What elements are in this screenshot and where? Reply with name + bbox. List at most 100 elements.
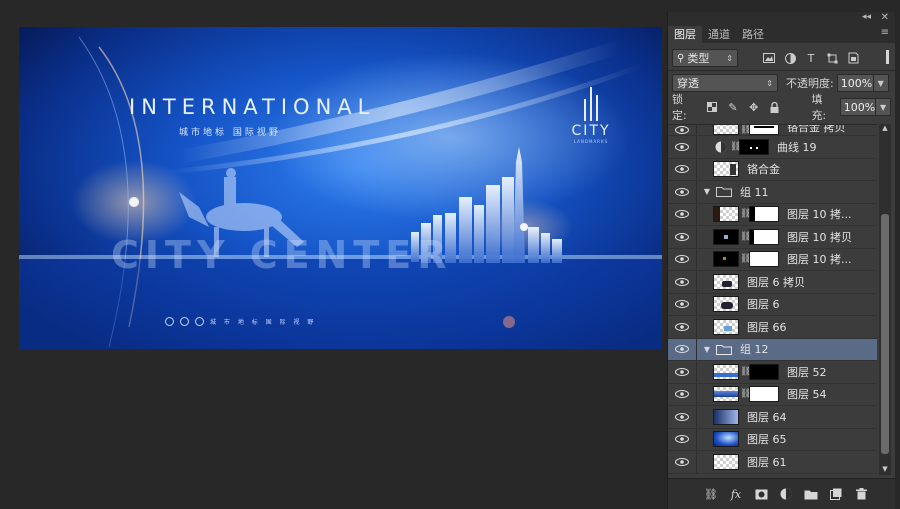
layer-row[interactable]: 图层 6 拷贝 <box>668 271 877 294</box>
filter-pixel-icon[interactable] <box>762 51 776 65</box>
layer-mask-thumbnail[interactable] <box>749 125 779 135</box>
collapse-icon[interactable]: ◂◂ <box>862 12 871 22</box>
filter-smart-object-icon[interactable] <box>846 51 860 65</box>
lock-transparency-icon[interactable] <box>705 100 719 114</box>
link-icon[interactable]: ⛓ <box>740 254 751 264</box>
panel-menu-icon[interactable]: ≡ <box>881 27 889 38</box>
link-icon[interactable]: ⛓ <box>740 209 751 219</box>
eye-icon[interactable] <box>668 406 697 428</box>
filter-type-icon[interactable]: T <box>804 51 818 65</box>
fill-input[interactable]: 100% <box>839 98 877 116</box>
layer-row[interactable]: 图层 65 <box>668 428 877 451</box>
scrollbar-thumb[interactable] <box>881 214 889 454</box>
link-icon[interactable]: ⛓ <box>740 125 751 135</box>
layer-name[interactable]: 图层 54 <box>787 386 827 402</box>
layer-name[interactable]: 图层 52 <box>787 364 827 380</box>
new-adjustment-icon[interactable] <box>775 486 797 502</box>
layer-name[interactable]: 图层 6 拷贝 <box>747 274 805 290</box>
eye-icon[interactable] <box>668 428 697 450</box>
eye-icon[interactable] <box>668 158 697 180</box>
layer-row[interactable]: ⛓ 图层 10 拷... <box>668 248 877 271</box>
eye-icon[interactable] <box>668 451 697 473</box>
document-canvas[interactable]: INTERNATIONAL 城市地标 国际视野 CITY CENTER CITY… <box>19 27 662 349</box>
layer-mask-thumbnail[interactable] <box>749 228 779 245</box>
blend-mode-select[interactable]: 穿透 ⇕ <box>672 74 778 92</box>
opacity-dropdown-icon[interactable]: ▼ <box>873 74 889 92</box>
fx-icon[interactable]: fx <box>725 486 747 502</box>
filter-toggle[interactable] <box>886 50 889 64</box>
eye-icon[interactable] <box>668 226 697 248</box>
eye-icon[interactable] <box>668 248 697 270</box>
layer-name[interactable]: 图层 6 <box>747 296 780 312</box>
fill-dropdown-icon[interactable]: ▼ <box>876 98 892 116</box>
layer-row[interactable]: 铬合金 <box>668 158 877 181</box>
link-icon[interactable]: ⛓ <box>730 142 741 152</box>
layers-scrollbar[interactable]: ▲ ▼ <box>879 124 891 475</box>
layer-row[interactable]: ⛓ 图层 54 <box>668 383 877 406</box>
tab-channels[interactable]: 通道 <box>702 26 736 43</box>
eye-icon[interactable] <box>668 316 697 338</box>
layer-row[interactable]: 图层 6 <box>668 293 877 316</box>
filter-adjustment-icon[interactable] <box>783 51 797 65</box>
lock-all-padlock-icon[interactable] <box>768 100 782 114</box>
layer-name[interactable]: 图层 64 <box>747 409 787 425</box>
add-mask-icon[interactable] <box>750 486 772 502</box>
link-icon[interactable]: ⛓ <box>740 367 751 377</box>
layer-row[interactable]: ⛓ 图层 52 <box>668 361 877 384</box>
layer-name[interactable]: 组 11 <box>740 184 769 200</box>
close-icon[interactable]: ✕ <box>881 12 889 23</box>
eye-icon[interactable] <box>668 338 697 360</box>
lock-position-move-icon[interactable]: ✥ <box>747 100 761 114</box>
eye-icon[interactable] <box>668 136 697 158</box>
new-group-folder-icon[interactable] <box>800 486 822 502</box>
tab-paths[interactable]: 路径 <box>736 26 770 43</box>
link-icon[interactable]: ⛓ <box>740 389 751 399</box>
eye-icon[interactable] <box>668 125 697 135</box>
filter-shape-icon[interactable] <box>825 51 839 65</box>
layer-row[interactable]: ⛓ 铬合金 拷贝 <box>668 125 877 136</box>
layer-name[interactable]: 图层 66 <box>747 319 787 335</box>
link-icon[interactable]: ⛓ <box>740 232 751 242</box>
layer-mask-thumbnail[interactable] <box>749 363 779 380</box>
layer-name[interactable]: 图层 10 拷... <box>787 206 851 222</box>
layer-name[interactable]: 组 12 <box>740 341 769 357</box>
scroll-down-icon[interactable]: ▼ <box>879 465 891 475</box>
layer-row[interactable]: 图层 61 <box>668 451 877 474</box>
layer-row[interactable]: 图层 66 <box>668 316 877 339</box>
eye-icon[interactable] <box>668 293 697 315</box>
trash-icon[interactable] <box>850 486 872 502</box>
eye-icon[interactable] <box>668 361 697 383</box>
eye-icon[interactable] <box>668 383 697 405</box>
eye-icon[interactable] <box>668 271 697 293</box>
expand-triangle-icon[interactable]: ▼ <box>701 187 713 196</box>
opacity-input[interactable]: 100% <box>836 74 874 92</box>
new-layer-icon[interactable] <box>825 486 847 502</box>
layer-name[interactable]: 铬合金 拷贝 <box>787 125 846 135</box>
layer-group-row[interactable]: ▼ 组 11 <box>668 181 877 204</box>
layer-mask-thumbnail[interactable] <box>749 251 779 268</box>
link-layers-icon[interactable]: ⛓ <box>700 486 722 502</box>
layer-row[interactable]: ⛓ 图层 10 拷贝 <box>668 226 877 249</box>
filter-kind-select[interactable]: ⚲ 类型 ⇕ <box>672 49 738 67</box>
lock-paint-brush-icon[interactable]: ✎ <box>726 100 740 114</box>
layer-row[interactable]: 图层 64 <box>668 406 877 429</box>
layer-row[interactable]: ⛓ 图层 10 拷... <box>668 203 877 226</box>
scroll-up-icon[interactable]: ▲ <box>879 124 891 134</box>
eye-icon[interactable] <box>668 181 697 203</box>
layer-name[interactable]: 铬合金 <box>747 161 780 177</box>
layer-mask-thumbnail[interactable] <box>749 386 779 403</box>
layer-name[interactable]: 图层 10 拷... <box>787 251 851 267</box>
expand-triangle-icon[interactable]: ▼ <box>701 345 713 354</box>
layer-name[interactable]: 图层 10 拷贝 <box>787 229 852 245</box>
layer-thumbnail <box>713 228 739 245</box>
layer-group-row[interactable]: ▼ 组 12 <box>668 338 877 361</box>
layer-name[interactable]: 图层 61 <box>747 454 787 470</box>
layers-list[interactable]: ⛓ 铬合金 拷贝 ⛓ 曲线 19 铬合金 ▼ 组 11 ⛓ 图层 10 拷...… <box>668 124 877 476</box>
eye-icon[interactable] <box>668 203 697 225</box>
tab-layers[interactable]: 图层 <box>668 26 702 43</box>
layer-name[interactable]: 曲线 19 <box>777 139 817 155</box>
layer-name[interactable]: 图层 65 <box>747 431 787 447</box>
layer-mask-thumbnail[interactable] <box>739 138 769 155</box>
layer-row[interactable]: ⛓ 曲线 19 <box>668 136 877 159</box>
layer-mask-thumbnail[interactable] <box>749 206 779 223</box>
